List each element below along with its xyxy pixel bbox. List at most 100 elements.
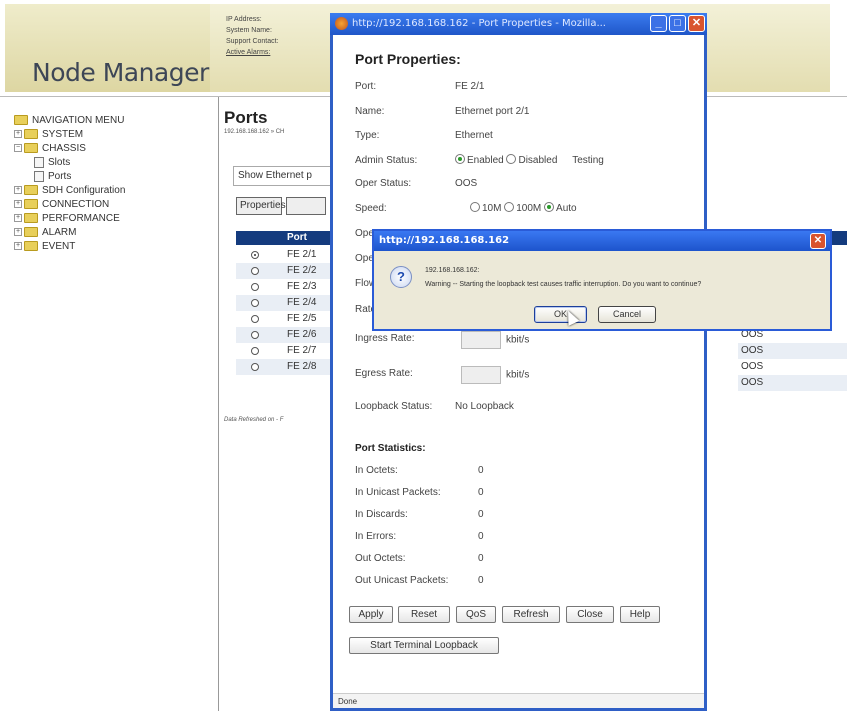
radio-label: Auto — [556, 203, 577, 214]
field-label: Name: — [355, 106, 385, 117]
port-name: FE 2/1 — [287, 249, 317, 260]
expand-icon[interactable]: + — [14, 130, 22, 139]
table-row[interactable]: FE 2/5 — [236, 311, 336, 327]
speed-100m-radio[interactable] — [504, 202, 515, 212]
table-row[interactable]: FE 2/6 — [236, 327, 336, 343]
nav-item-label: SDH Configuration — [42, 185, 126, 196]
egress-rate-input[interactable] — [461, 366, 501, 384]
speed-10m-radio[interactable] — [470, 202, 480, 212]
field-value: Ethernet — [455, 130, 493, 141]
admin-disabled-radio[interactable] — [506, 154, 517, 164]
nav-item-chassis[interactable]: − CHASSIS — [14, 142, 125, 156]
nav-item-system[interactable]: + SYSTEM — [14, 128, 125, 142]
nav-item-label: SYSTEM — [42, 129, 84, 140]
dialog-title[interactable]: http://192.168.168.162 — [374, 231, 830, 251]
port-name: FE 2/3 — [287, 281, 317, 292]
ports-table-header: Port — [236, 231, 336, 245]
nav-item-slots[interactable]: Slots — [14, 156, 125, 170]
close-button[interactable]: Close — [566, 606, 614, 623]
dialog-close-icon[interactable]: ✕ — [810, 233, 826, 249]
field-value: No Loopback — [455, 401, 514, 412]
row-select-radio[interactable] — [251, 347, 259, 355]
refresh-button[interactable]: Refresh — [502, 606, 560, 623]
nav-item-sdh[interactable]: + SDH Configuration — [14, 184, 125, 198]
row-select-radio[interactable] — [251, 363, 259, 371]
table-row[interactable]: FE 2/4 — [236, 295, 336, 311]
expand-icon[interactable]: + — [14, 242, 22, 251]
table-row[interactable]: FE 2/2 — [236, 263, 336, 279]
expand-icon[interactable]: + — [14, 186, 22, 195]
nav-item-ports[interactable]: Ports — [14, 170, 125, 184]
maximize-button[interactable]: □ — [669, 15, 686, 32]
field-value: Ethernet port 2/1 — [455, 106, 530, 117]
expand-icon[interactable]: + — [14, 200, 22, 209]
expand-icon[interactable]: + — [14, 228, 22, 237]
cancel-button[interactable]: Cancel — [598, 306, 656, 323]
radio-label: Enabled — [467, 155, 504, 166]
dialog-message: Warning -- Starting the loopback test ca… — [425, 281, 702, 288]
properties-button[interactable]: Properties — [236, 197, 286, 215]
field-label: Speed: — [355, 203, 387, 214]
oper-status-row: Oper Status: OOS — [355, 176, 695, 192]
stat-row: Out Unicast Packets: 0 — [355, 573, 484, 589]
nav-item-event[interactable]: + EVENT — [14, 240, 125, 254]
table-row[interactable]: FE 2/8 — [236, 359, 336, 375]
row-select-radio[interactable] — [251, 251, 259, 259]
folder-icon — [24, 213, 38, 224]
radio-label: 100M — [516, 203, 542, 214]
row-select-radio[interactable] — [251, 267, 259, 275]
stat-label: In Unicast Packets: — [355, 487, 441, 498]
expand-icon[interactable]: + — [14, 214, 22, 223]
row-select-radio[interactable] — [251, 315, 259, 323]
folder-icon — [24, 227, 38, 238]
nav-item-alarm[interactable]: + ALARM — [14, 226, 125, 240]
admin-enabled-radio[interactable] — [455, 154, 465, 164]
confirm-dialog: http://192.168.168.162 ✕ ? 192.168.168.1… — [372, 229, 832, 331]
stat-label: Out Octets: — [355, 553, 406, 564]
port-name: FE 2/4 — [287, 297, 317, 308]
table-row[interactable]: FE 2/1 — [236, 247, 336, 263]
folder-icon — [14, 115, 28, 126]
row-select-radio[interactable] — [251, 299, 259, 307]
status-bar: Done — [333, 693, 704, 708]
name-row: Name: Ethernet port 2/1 — [355, 104, 695, 120]
info-alarms-link[interactable]: Active Alarms: — [226, 47, 279, 58]
start-terminal-loopback-button[interactable]: Start Terminal Loopback — [349, 637, 499, 654]
stat-value: 0 — [478, 509, 484, 520]
port-properties-heading: Port Properties: — [355, 51, 461, 67]
question-icon: ? — [390, 266, 412, 288]
secondary-button[interactable] — [286, 197, 326, 215]
field-label: Type: — [355, 130, 380, 141]
reset-button[interactable]: Reset — [398, 606, 450, 623]
loopback-row: Loopback Status: No Loopback — [355, 399, 695, 415]
nav-item-connection[interactable]: + CONNECTION — [14, 198, 125, 212]
help-button[interactable]: Help — [620, 606, 660, 623]
nav-item-performance[interactable]: + PERFORMANCE — [14, 212, 125, 226]
radio-label: Testing — [572, 155, 604, 166]
nav-item-label: Ports — [48, 171, 72, 182]
nav-root[interactable]: NAVIGATION MENU — [14, 114, 125, 128]
stat-label: In Octets: — [355, 465, 398, 476]
collapse-icon[interactable]: − — [14, 144, 22, 153]
stat-row: In Errors: 0 — [355, 529, 484, 545]
stat-row: In Unicast Packets: 0 — [355, 485, 484, 501]
port-type-select[interactable]: Show Ethernet p — [233, 166, 343, 186]
field-label: Oper Status: — [355, 178, 412, 189]
unit-label: kbit/s — [506, 334, 530, 346]
minimize-button[interactable]: _ — [650, 15, 667, 32]
stat-row: Out Octets: 0 — [355, 551, 484, 567]
ingress-rate-input[interactable] — [461, 331, 501, 349]
table-row[interactable]: FE 2/7 — [236, 343, 336, 359]
page-icon — [34, 156, 44, 168]
field-label: Egress Rate: — [355, 368, 413, 379]
row-select-radio[interactable] — [251, 283, 259, 291]
close-window-button[interactable]: ✕ — [688, 15, 705, 32]
app-logo: Node Manager — [32, 58, 209, 87]
apply-button[interactable]: Apply — [349, 606, 393, 623]
row-select-radio[interactable] — [251, 331, 259, 339]
table-row[interactable]: FE 2/3 — [236, 279, 336, 295]
stat-row: In Discards: 0 — [355, 507, 484, 523]
qos-button[interactable]: QoS — [456, 606, 496, 623]
speed-auto-radio[interactable] — [544, 202, 555, 212]
dialog-host: 192.168.168.162: — [425, 267, 480, 274]
